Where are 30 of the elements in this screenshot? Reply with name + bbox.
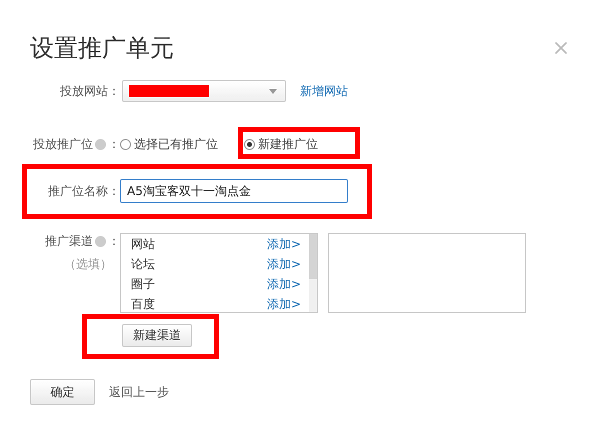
field-label: 推广渠道 xyxy=(45,233,93,250)
site-select[interactable] xyxy=(122,80,286,102)
radio-icon[interactable] xyxy=(120,139,131,150)
field-label: 投放网站： xyxy=(59,82,120,100)
radio-icon[interactable] xyxy=(244,139,255,150)
dialog-title: 设置推广单元 xyxy=(30,33,174,64)
slot-name-input[interactable]: A5淘宝客双十一淘点金 xyxy=(120,179,348,203)
scrollbar-thumb[interactable] xyxy=(309,234,317,279)
add-link[interactable]: 添加> xyxy=(266,236,301,253)
field-label: 推广位名称： xyxy=(47,182,120,200)
field-label: 投放推广位 xyxy=(33,136,93,153)
channel-name: 圈子 xyxy=(131,276,155,293)
add-link[interactable]: 添加> xyxy=(266,296,301,312)
help-icon[interactable] xyxy=(95,139,106,150)
colon-text: ： xyxy=(108,136,120,153)
add-link[interactable]: 添加> xyxy=(266,256,301,273)
caret-icon xyxy=(269,88,277,94)
confirm-button[interactable]: 确定 xyxy=(30,379,95,405)
add-site-link[interactable]: 新增网站 xyxy=(300,82,348,100)
radio-option[interactable]: 选择已有推广位 xyxy=(120,136,218,153)
optional-hint: （选填） xyxy=(64,256,113,273)
channel-name: 百度 xyxy=(131,296,155,312)
help-icon[interactable] xyxy=(95,236,106,247)
new-channel-button[interactable]: 新建渠道 xyxy=(122,324,192,347)
colon-text: ： xyxy=(108,233,120,250)
radio-option[interactable]: 新建推广位 xyxy=(244,136,318,153)
channel-name: 论坛 xyxy=(131,256,155,273)
back-link[interactable]: 返回上一步 xyxy=(109,384,169,400)
add-link[interactable]: 添加> xyxy=(266,276,301,293)
channel-name: 网站 xyxy=(131,236,155,253)
